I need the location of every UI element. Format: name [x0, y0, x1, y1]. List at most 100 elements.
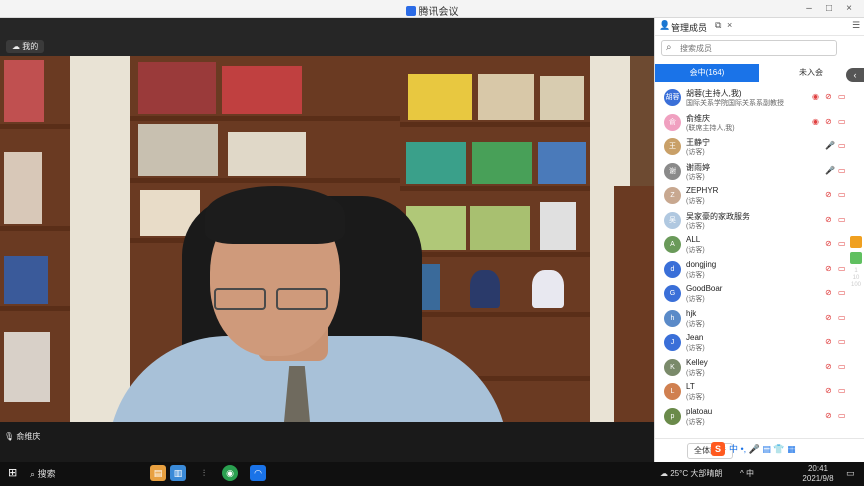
camera-off-icon[interactable]: ▭	[838, 411, 846, 420]
minimize-button[interactable]: –	[802, 2, 816, 16]
participant-name: ALL	[686, 235, 701, 244]
menu-icon[interactable]: ☰	[852, 20, 860, 31]
maximize-button[interactable]: □	[822, 2, 836, 16]
panel-header: 👤 管理成员 ⧉ × ☰	[655, 18, 864, 36]
weather-text: 25°C 大部晴朗	[670, 469, 723, 478]
mic-off-icon[interactable]: ⊘	[825, 386, 832, 395]
video-top-bar	[0, 18, 654, 56]
tab-not-joined[interactable]: 未入会	[775, 64, 847, 82]
popout-icon[interactable]: ⧉	[715, 20, 721, 31]
system-tray[interactable]: ^ 中	[740, 468, 754, 479]
windows-start-icon[interactable]: ⊞	[8, 467, 20, 479]
avatar: 王	[664, 138, 681, 155]
mic-off-icon[interactable]: ⊘	[825, 411, 832, 420]
participant-row[interactable]: L LT (访客) ⊘ ▭	[655, 380, 864, 404]
weather-widget[interactable]: ☁ 25°C 大部晴朗	[660, 468, 722, 479]
mic-on-icon[interactable]: 🎤	[825, 141, 835, 150]
camera-off-icon[interactable]: ▭	[838, 92, 846, 101]
camera-off-icon[interactable]: ▭	[838, 117, 846, 126]
mic-on-icon[interactable]: 🎤	[825, 166, 835, 175]
books	[472, 142, 532, 184]
member-search-input[interactable]	[680, 43, 830, 54]
mic-off-icon[interactable]: ⊘	[825, 313, 832, 322]
participant-row[interactable]: 吴吴家豪的家政服务 (访客) ⊘ ▭	[655, 209, 864, 233]
camera-off-icon[interactable]: ▭	[838, 313, 846, 322]
task-view-icon[interactable]: ⫶	[196, 465, 212, 481]
participant-row[interactable]: A ALL (访客) ⊘ ▭	[655, 233, 864, 257]
books	[138, 124, 218, 176]
participant-row[interactable]: 胡蓉 胡蓉(主持人,我) 国际关系学院国际关系系副教授 ◉ ⊘ ▭	[655, 86, 864, 110]
mic-off-icon[interactable]: ⊘	[825, 215, 832, 224]
input-method-toolbar[interactable]: S中 •, 🎤 ▤ 👕 ▦	[711, 442, 796, 460]
close-window-button[interactable]: ×	[842, 2, 856, 16]
books	[540, 76, 584, 120]
camera-off-icon[interactable]: ▭	[838, 239, 846, 248]
avatar: A	[664, 236, 681, 253]
books	[540, 202, 576, 250]
camera-off-icon[interactable]: ▭	[838, 141, 846, 150]
participant-row[interactable]: p platoau (访客) ⊘ ▭	[655, 405, 864, 429]
camera-off-icon[interactable]: ▭	[838, 166, 846, 175]
mic-off-icon[interactable]: ⊘	[825, 264, 832, 273]
browser-icon[interactable]: ◉	[222, 465, 238, 481]
file-explorer-icon[interactable]: ▤	[150, 465, 166, 481]
mic-off-icon[interactable]: ⊘	[825, 190, 832, 199]
mic-off-icon[interactable]: ⊘	[825, 362, 832, 371]
camera-off-icon[interactable]: ▭	[838, 264, 846, 273]
camera-off-icon[interactable]: ▭	[838, 386, 846, 395]
taskbar-search[interactable]: ⌕ 搜索	[30, 467, 56, 480]
participant-role: (访客)	[686, 320, 705, 328]
notification-icon[interactable]: ▭	[846, 468, 855, 479]
books	[406, 142, 466, 184]
main-video-area[interactable]: ☁ 我的	[0, 18, 654, 462]
eye-icon[interactable]: ◉	[812, 117, 819, 126]
participant-row[interactable]: 谢谢雨婷 (访客) 🎤 ▭	[655, 160, 864, 184]
eye-icon[interactable]: ◉	[812, 92, 819, 101]
self-view-badge[interactable]: ☁ 我的	[6, 40, 45, 53]
tencent-meeting-icon[interactable]: ◠	[250, 465, 266, 481]
self-view-label: 我的	[22, 42, 39, 51]
participant-row[interactable]: 王王静宁 (访客) 🎤 ▭	[655, 135, 864, 159]
camera-off-icon[interactable]: ▭	[838, 362, 846, 371]
participant-row[interactable]: d dongjing (访客) ⊘ ▭	[655, 258, 864, 282]
member-search-box[interactable]: ⌕	[661, 40, 837, 56]
mic-off-icon[interactable]: ⊘	[825, 288, 832, 297]
participant-name: platoau	[686, 406, 713, 416]
shelf-board	[400, 312, 590, 317]
camera-off-icon[interactable]: ▭	[838, 337, 846, 346]
mic-off-icon[interactable]: ⊘	[825, 337, 832, 346]
participant-role: (访客)	[686, 198, 705, 205]
books	[538, 142, 586, 184]
books-app-icon[interactable]: ▥	[170, 465, 186, 481]
camera-off-icon[interactable]: ▭	[838, 190, 846, 199]
speaker-video-feed	[0, 56, 654, 422]
mic-off-icon[interactable]: ⊘	[825, 92, 832, 101]
shelf-board	[0, 306, 70, 311]
avatar: p	[664, 407, 681, 425]
taskbar-search-label: 搜索	[37, 469, 56, 479]
clock[interactable]: 20:41 2021/9/8	[796, 464, 840, 484]
shelf-board	[130, 116, 400, 121]
clock-time: 20:41	[807, 464, 829, 473]
mic-off-icon[interactable]: ⊘	[825, 117, 832, 126]
collapse-panel-button[interactable]: ‹	[846, 68, 864, 82]
stat-value: 100	[850, 282, 861, 288]
participant-row[interactable]: h hjk (访客) ⊘ ▭	[655, 307, 864, 331]
avatar: 谢	[664, 162, 681, 180]
participant-row[interactable]: 俞俞维庆 (联席主持人,我) ◉ ⊘ ▭	[655, 111, 864, 135]
participant-row[interactable]: G GoodBoar (访客) ⊘ ▭	[655, 282, 864, 306]
participant-role: (访客)	[686, 369, 705, 377]
participant-name: ZEPHYR	[686, 186, 719, 195]
books	[408, 74, 472, 120]
books	[4, 332, 50, 402]
search-icon: ⌕	[30, 469, 36, 479]
participant-row[interactable]: K Kelley (访客) ⊘ ▭	[655, 356, 864, 380]
camera-off-icon[interactable]: ▭	[838, 288, 846, 297]
active-speaker-label: 🎙 俞维庆	[4, 431, 40, 443]
camera-off-icon[interactable]: ▭	[838, 215, 846, 224]
tab-in-meeting[interactable]: 会中(164)	[655, 64, 759, 82]
participant-row[interactable]: Z ZEPHYR (访客) ⊘ ▭	[655, 184, 864, 208]
close-panel-icon[interactable]: ×	[727, 20, 732, 30]
participant-row[interactable]: J Jean (访客) ⊘ ▭	[655, 331, 864, 355]
mic-off-icon[interactable]: ⊘	[825, 239, 832, 248]
